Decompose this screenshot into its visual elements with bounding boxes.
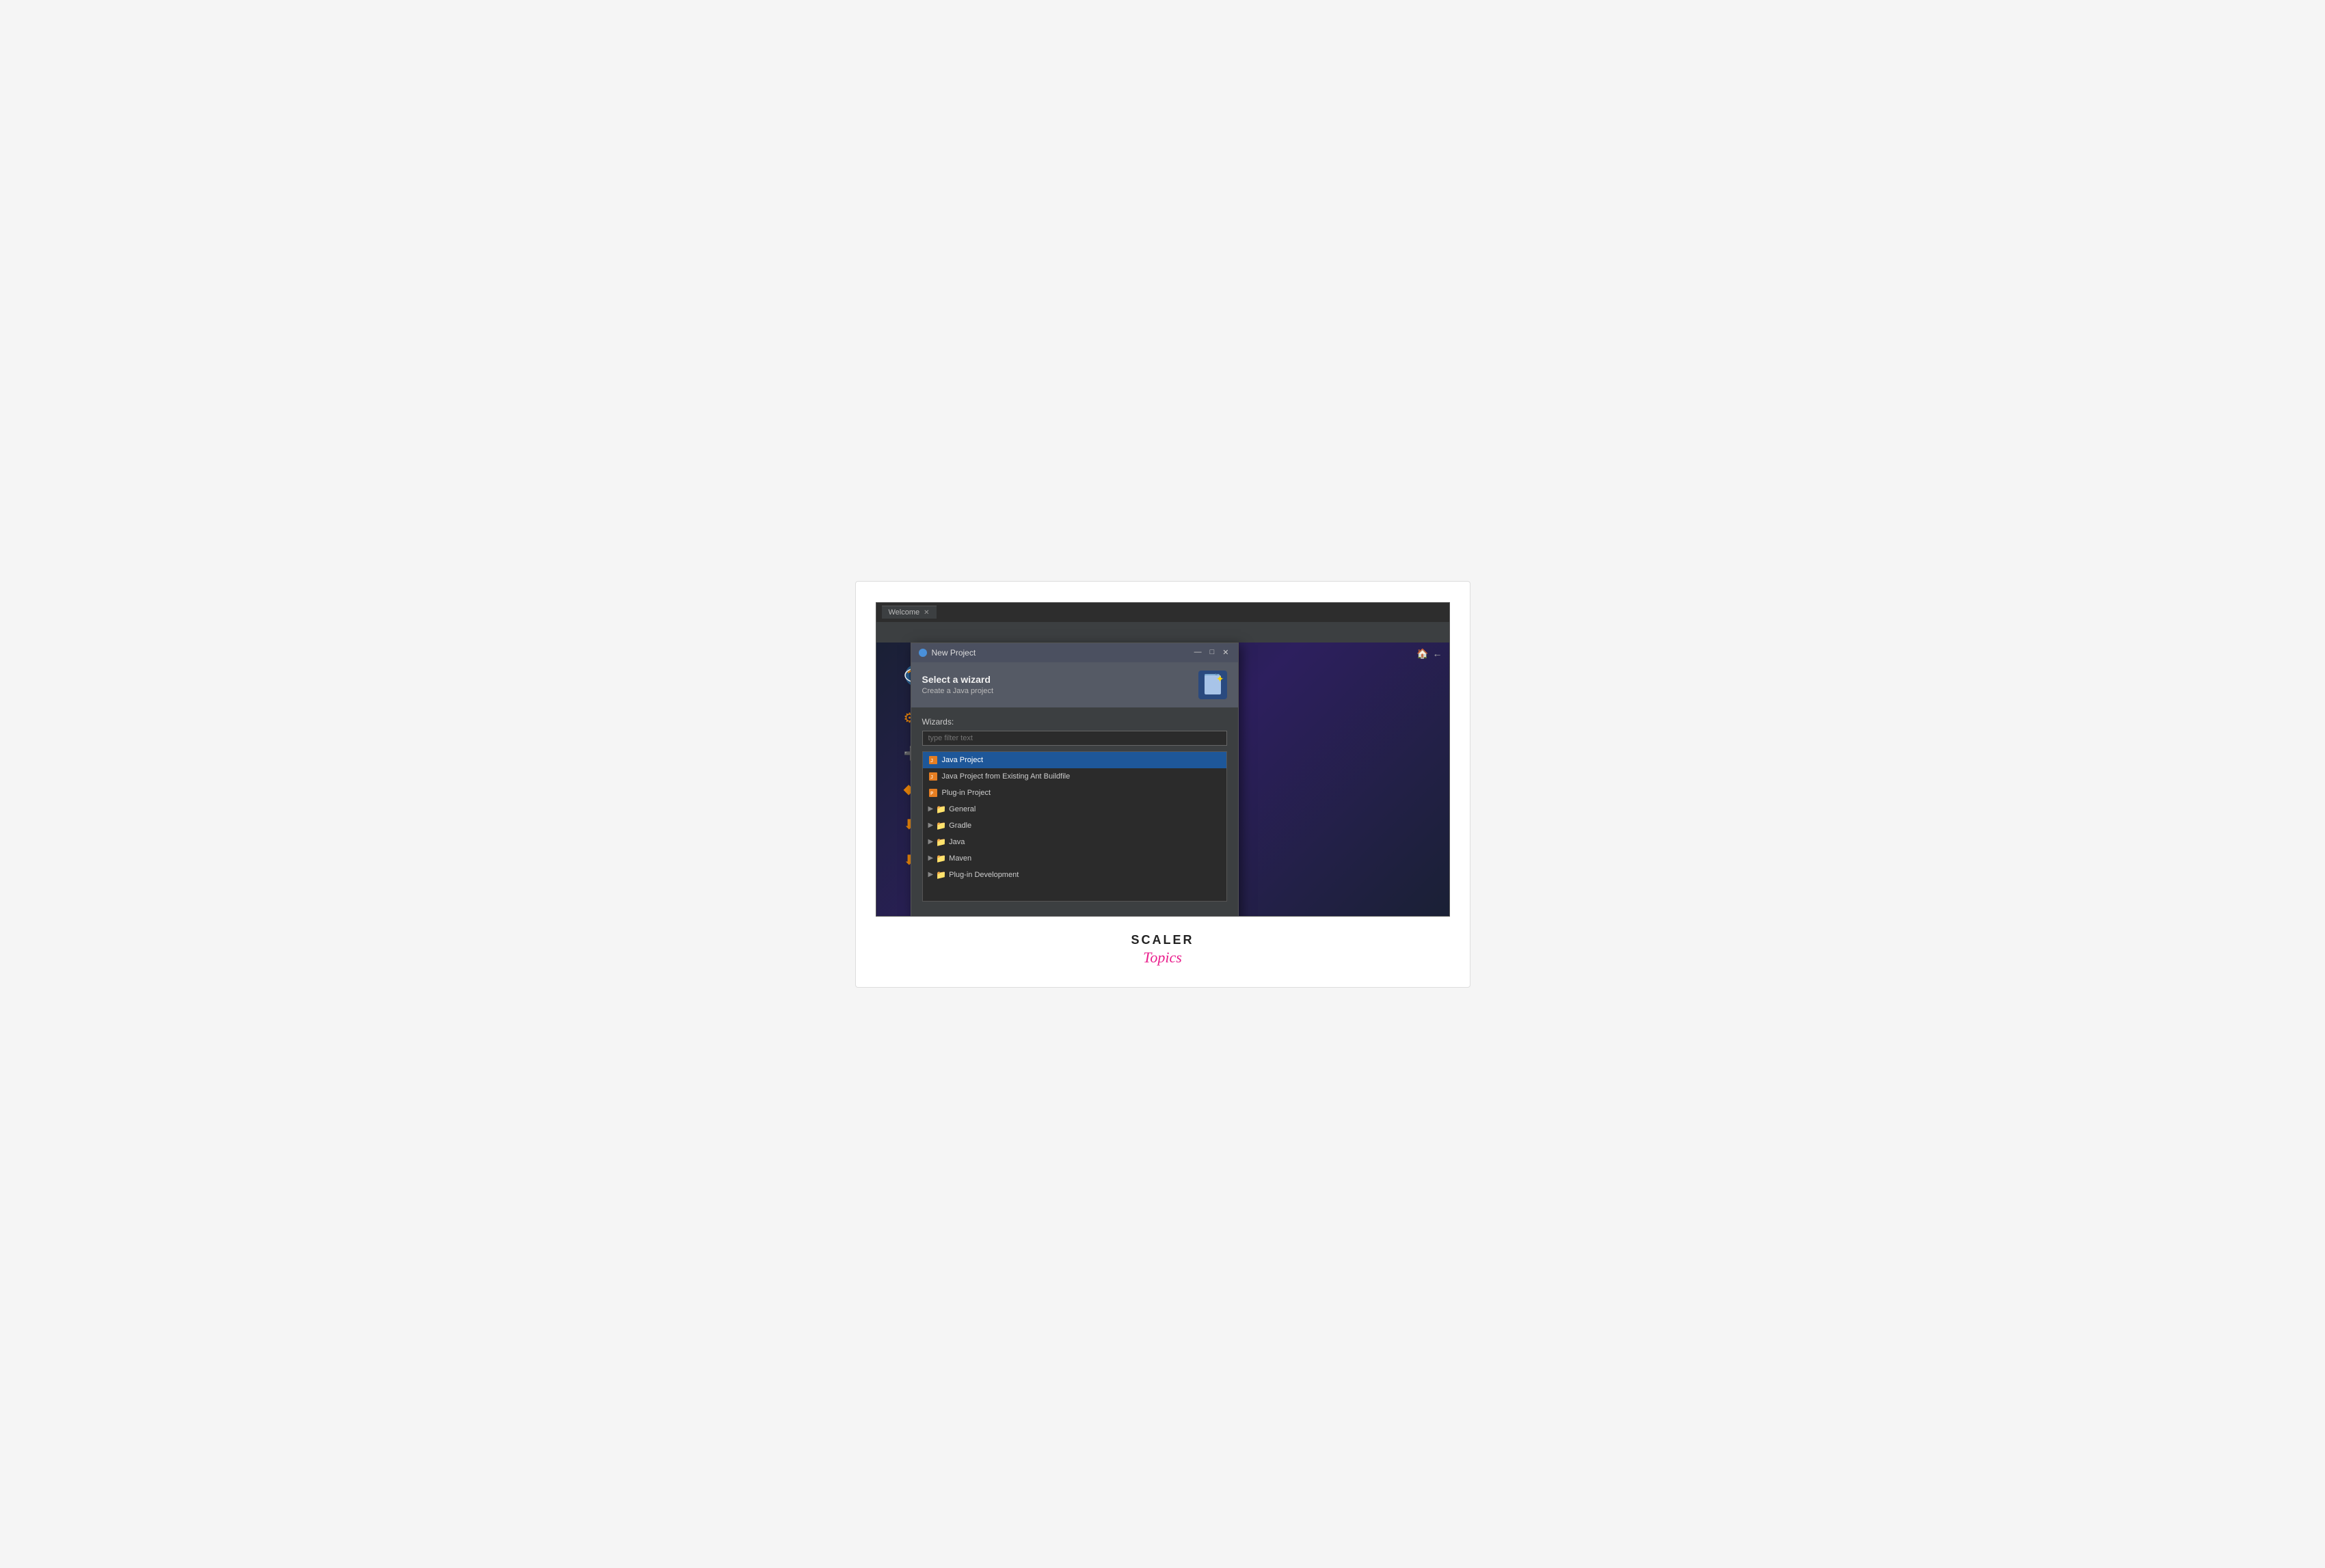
eclipse-window: Welcome ✕ 🏠 ← — [876, 602, 1450, 917]
wizard-item-java-project-label: Java Project — [942, 756, 984, 764]
dialog-subtext: Create a Java project — [922, 687, 994, 695]
wizards-label: Wizards: — [922, 717, 1227, 727]
wizard-item-java-project[interactable]: J Java Project — [923, 752, 1226, 768]
tree-item-gradle-label: Gradle — [949, 822, 971, 830]
welcome-tab[interactable]: Welcome ✕ — [882, 606, 937, 619]
tree-item-maven[interactable]: ▶ 📁 Maven — [923, 850, 1226, 867]
tree-arrow-plugin-dev: ▶ — [928, 871, 934, 878]
back-icon[interactable]: ← — [1433, 648, 1442, 660]
svg-text:J: J — [930, 774, 933, 780]
tree-item-gradle[interactable]: ▶ 📁 Gradle — [923, 817, 1226, 834]
dialog-title-left: New Project — [918, 648, 976, 658]
tree-item-general[interactable]: ▶ 📁 General — [923, 801, 1226, 817]
folder-icon-general: 📁 — [936, 805, 946, 814]
dialog-titlebar: New Project — □ ✕ — [911, 643, 1238, 662]
screenshot-wrapper: Welcome ✕ 🏠 ← — [855, 581, 1470, 988]
folder-icon-java: 📁 — [936, 837, 946, 847]
tree-arrow-general: ▶ — [928, 805, 934, 813]
java-project-ant-icon: J — [928, 772, 938, 781]
scaler-name-text: SCALER — [1131, 933, 1194, 947]
welcome-tab-close[interactable]: ✕ — [924, 609, 929, 617]
tree-item-general-label: General — [949, 805, 976, 813]
svg-text:P: P — [930, 791, 933, 796]
welcome-tab-label: Welcome — [889, 608, 920, 617]
wizard-star-icon: ✦ — [1216, 673, 1224, 685]
dialog-minimize-btn[interactable]: — — [1192, 648, 1204, 657]
wizard-item-plugin-project[interactable]: P Plug-in Project — [923, 785, 1226, 801]
home-icon[interactable]: 🏠 — [1416, 648, 1428, 660]
tree-arrow-gradle: ▶ — [928, 822, 934, 829]
tree-arrow-java: ▶ — [928, 838, 934, 846]
java-project-icon: J — [928, 755, 938, 765]
tree-item-java-label: Java — [949, 838, 965, 846]
eclipse-toolbar — [876, 622, 1449, 643]
eclipse-tabbar: Welcome ✕ — [876, 603, 1449, 622]
tree-item-maven-label: Maven — [949, 854, 971, 863]
dialog-close-btn[interactable]: ✕ — [1220, 648, 1231, 657]
folder-icon-maven: 📁 — [936, 854, 946, 863]
dialog-body: Wizards: J Ja — [911, 707, 1238, 911]
folder-icon-gradle: 📁 — [936, 821, 946, 830]
wizard-item-java-project-ant[interactable]: J Java Project from Existing Ant Buildfi… — [923, 768, 1226, 785]
dialog-maximize-btn[interactable]: □ — [1208, 648, 1217, 657]
scaler-topics-text: Topics — [1143, 949, 1182, 967]
tree-arrow-maven: ▶ — [928, 854, 934, 862]
tree-item-plugin-dev[interactable]: ▶ 📁 Plug-in Development — [923, 867, 1226, 883]
dialog-footer-spacer — [911, 911, 1238, 917]
folder-icon-plugin-dev: 📁 — [936, 870, 946, 880]
plugin-project-icon: P — [928, 788, 938, 798]
dialog-heading: Select a wizard — [922, 674, 994, 685]
dialog-title-text: New Project — [932, 648, 976, 658]
svg-text:J: J — [930, 758, 933, 763]
wizard-list: J Java Project J — [922, 751, 1227, 902]
new-project-dialog: New Project — □ ✕ Select a wizard Create… — [911, 643, 1239, 917]
eclipse-top-right-icons: 🏠 ← — [1416, 648, 1442, 660]
tree-item-java[interactable]: ▶ 📁 Java — [923, 834, 1226, 850]
dialog-window-controls: — □ ✕ — [1192, 648, 1231, 657]
scaler-brand: SCALER Topics — [1131, 933, 1194, 967]
dialog-title-icon — [918, 648, 928, 658]
wizard-item-plugin-project-label: Plug-in Project — [942, 789, 991, 797]
eclipse-main-content: 🏠 ← eclipse ⚙ Review IDE Review — [876, 643, 1449, 916]
tree-item-plugin-dev-label: Plug-in Development — [949, 871, 1019, 879]
wizard-header-icon: ✦ — [1198, 671, 1227, 699]
filter-input[interactable] — [922, 731, 1227, 746]
dialog-header-text: Select a wizard Create a Java project — [922, 674, 994, 695]
dialog-overlay: New Project — □ ✕ Select a wizard Create… — [911, 643, 1239, 917]
wizard-item-java-project-ant-label: Java Project from Existing Ant Buildfile — [942, 772, 1071, 781]
dialog-header: Select a wizard Create a Java project ✦ — [911, 662, 1238, 707]
